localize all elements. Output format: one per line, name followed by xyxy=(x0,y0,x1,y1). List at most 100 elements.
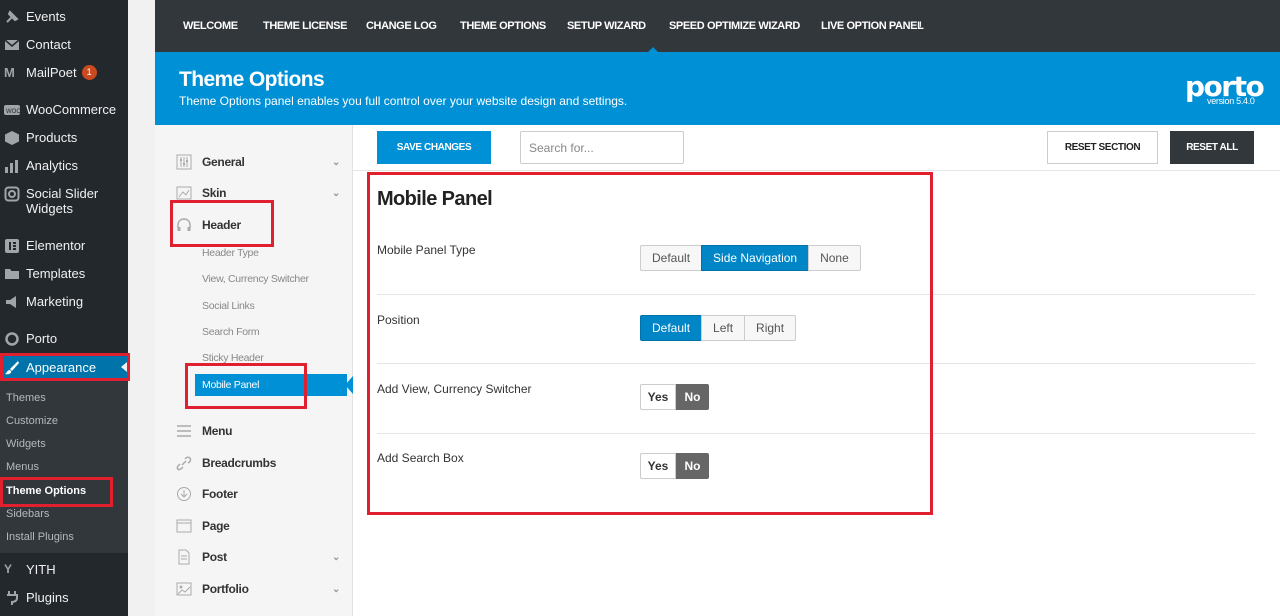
tab-live-option-panel[interactable]: LIVE OPTION PANEL xyxy=(821,20,924,32)
mail-icon xyxy=(4,37,20,53)
annotation-box-mobile-panel-settings xyxy=(367,172,933,515)
options-menu-label: Skin xyxy=(202,186,227,200)
page-subtitle: Theme Options panel enables you full con… xyxy=(179,94,628,108)
wp-menu-marketing[interactable]: Marketing xyxy=(0,294,128,310)
wp-admin-sidebar: Events Contact M MailPoet 1 WOO WooComme… xyxy=(0,0,128,616)
wp-menu-yith[interactable]: Y YITH xyxy=(0,562,128,578)
options-menu-page[interactable]: Page xyxy=(175,518,230,534)
mailpoet-icon: M xyxy=(4,65,15,80)
options-menu-general[interactable]: General ⌄ xyxy=(175,154,340,170)
woocommerce-icon: WOO xyxy=(4,102,21,118)
exclamation-icon: ! xyxy=(919,20,922,32)
wp-menu-porto[interactable]: Porto xyxy=(0,331,128,347)
tab-change-log[interactable]: CHANGE LOG xyxy=(366,20,437,32)
options-menu-label: Menu xyxy=(202,424,233,438)
wp-menu-label: WooCommerce xyxy=(26,102,117,117)
screen: Events Contact M MailPoet 1 WOO WooComme… xyxy=(0,0,1280,616)
wp-submenu: Themes Customize Widgets Menus Theme Opt… xyxy=(0,381,128,553)
chevron-down-icon: ⌄ xyxy=(332,156,341,168)
pin-icon xyxy=(4,9,20,25)
wp-menu-woocommerce[interactable]: WOO WooCommerce xyxy=(0,102,128,118)
options-toolbar: SAVE CHANGES RESET SECTION RESET ALL xyxy=(353,125,1280,171)
header-sub-header-type[interactable]: Header Type xyxy=(202,247,259,259)
page-icon xyxy=(175,518,193,534)
wp-menu-label: Events xyxy=(26,9,66,24)
plug-icon xyxy=(4,590,20,606)
wp-menu-plugins[interactable]: Plugins xyxy=(0,590,128,606)
hamburger-icon xyxy=(175,423,193,439)
save-changes-button[interactable]: SAVE CHANGES xyxy=(377,131,491,164)
yith-icon: Y xyxy=(4,562,13,576)
link-icon xyxy=(175,455,193,471)
wp-menu-label: Contact xyxy=(26,37,71,52)
wp-submenu-customize[interactable]: Customize xyxy=(6,415,58,427)
document-icon xyxy=(175,549,193,565)
header-sub-social-links[interactable]: Social Links xyxy=(202,300,255,312)
wp-submenu-sidebars[interactable]: Sidebars xyxy=(6,508,49,520)
tab-theme-license[interactable]: THEME LICENSE xyxy=(263,20,347,32)
wp-menu-elementor[interactable]: Elementor xyxy=(0,238,128,254)
annotation-box-header xyxy=(170,200,274,247)
wp-menu-products[interactable]: Products xyxy=(0,130,128,146)
wp-menu-label: Social Slider Widgets xyxy=(26,186,99,216)
megaphone-icon xyxy=(4,294,20,310)
reset-all-button[interactable]: RESET ALL xyxy=(1170,131,1254,164)
options-menu-portfolio[interactable]: Portfolio ⌄ xyxy=(175,581,340,597)
instagram-icon xyxy=(4,186,20,202)
header-sub-view-currency-switcher[interactable]: View, Currency Switcher xyxy=(202,273,309,285)
reset-section-button[interactable]: RESET SECTION xyxy=(1047,131,1158,164)
options-menu-label: Portfolio xyxy=(202,582,249,596)
porto-top-nav: WELCOME THEME LICENSE CHANGE LOG THEME O… xyxy=(155,0,1280,52)
wp-menu-events[interactable]: Events xyxy=(0,9,128,25)
options-menu-menu[interactable]: Menu xyxy=(175,423,232,439)
wp-menu-templates[interactable]: Templates xyxy=(0,266,128,282)
wp-menu-label: Porto xyxy=(26,331,58,346)
wp-submenu-widgets[interactable]: Widgets xyxy=(6,438,46,450)
wp-submenu-themes[interactable]: Themes xyxy=(6,392,46,404)
chevron-down-icon: ⌄ xyxy=(332,583,341,595)
circle-icon xyxy=(4,331,20,347)
bar-chart-icon xyxy=(4,158,20,174)
theme-options-banner: Theme Options Theme Options panel enable… xyxy=(155,52,1280,125)
svg-text:WOO: WOO xyxy=(6,109,20,115)
wp-menu-label: MailPoet xyxy=(26,65,77,80)
chevron-down-icon: ⌄ xyxy=(332,551,341,563)
wp-menu-label: Marketing xyxy=(26,294,84,309)
wp-menu-analytics[interactable]: Analytics xyxy=(0,158,128,174)
annotation-box-appearance xyxy=(0,353,130,381)
wp-submenu-menus[interactable]: Menus xyxy=(6,461,39,473)
wp-menu-contact[interactable]: Contact xyxy=(0,37,128,53)
options-menu-label: Page xyxy=(202,519,230,533)
image-icon xyxy=(175,185,193,201)
wp-menu-social-slider[interactable]: Social Slider Widgets xyxy=(0,186,128,216)
tab-setup-wizard[interactable]: SETUP WIZARD xyxy=(567,20,646,32)
tab-speed-optimize-wizard[interactable]: SPEED OPTIMIZE WIZARD xyxy=(669,20,800,32)
header-sub-search-form[interactable]: Search Form xyxy=(202,326,260,338)
box-icon xyxy=(4,130,20,146)
options-menu-skin[interactable]: Skin ⌄ xyxy=(175,185,340,201)
wp-menu-label: Plugins xyxy=(26,590,69,605)
annotation-box-mobile-panel xyxy=(185,363,307,409)
wp-submenu-install-plugins[interactable]: Install Plugins xyxy=(6,531,74,543)
options-menu-label: Breadcrumbs xyxy=(202,456,277,470)
version-label: version 5.4.0 xyxy=(1207,96,1255,106)
options-menu-footer[interactable]: Footer xyxy=(175,486,238,502)
wp-menu-label: Elementor xyxy=(26,238,86,253)
notification-badge: 1 xyxy=(81,65,97,80)
wp-menu-label: Analytics xyxy=(26,158,79,173)
picture-icon xyxy=(175,581,193,597)
wp-menu-mailpoet[interactable]: M MailPoet 1 xyxy=(0,65,128,81)
options-menu-label: General xyxy=(202,155,245,169)
tab-theme-options[interactable]: THEME OPTIONS xyxy=(460,20,546,32)
options-menu-breadcrumbs[interactable]: Breadcrumbs xyxy=(175,455,276,471)
search-input[interactable] xyxy=(520,131,684,164)
options-menu-label: Post xyxy=(202,550,227,564)
sliders-icon xyxy=(175,154,193,170)
page-title: Theme Options xyxy=(179,68,325,91)
options-menu-label: Footer xyxy=(202,487,238,501)
tab-welcome[interactable]: WELCOME xyxy=(183,20,238,32)
arrow-down-circle-icon xyxy=(175,486,193,502)
options-menu-post[interactable]: Post ⌄ xyxy=(175,549,340,565)
wp-menu-label: Products xyxy=(26,130,78,145)
wp-menu-label: YITH xyxy=(26,562,56,577)
